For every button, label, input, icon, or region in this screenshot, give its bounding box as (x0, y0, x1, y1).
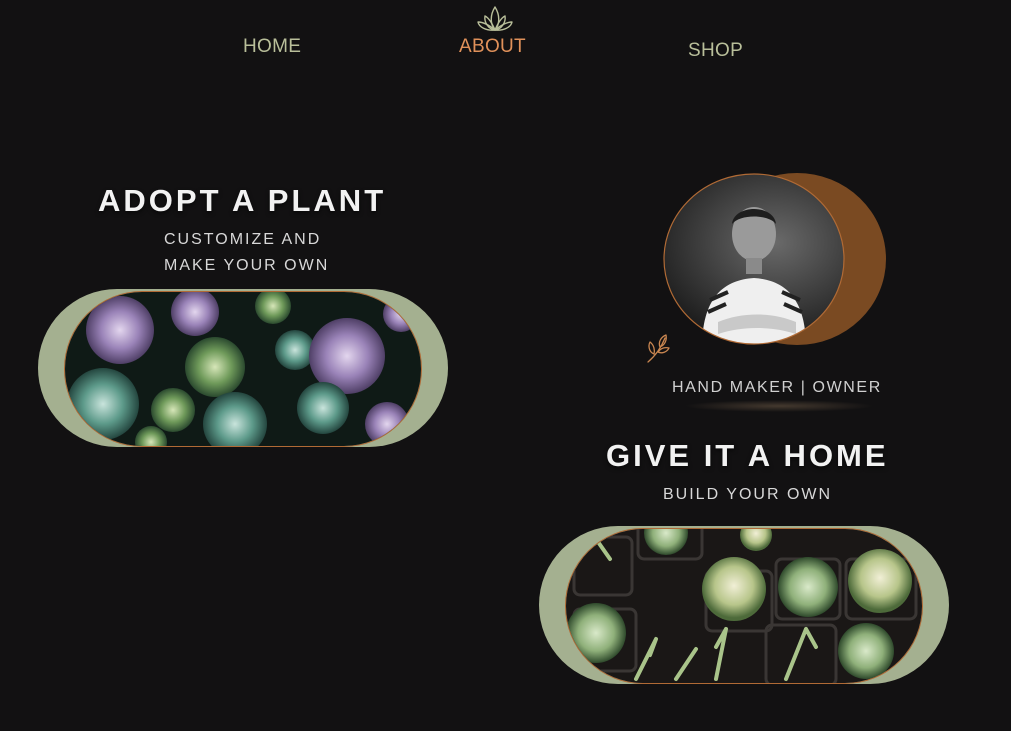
home-subtitle: BUILD YOUR OWN (663, 486, 833, 503)
cacti-image-frame[interactable] (539, 526, 949, 684)
adopt-subtitle-line1: CUSTOMIZE AND (164, 231, 322, 248)
succulents-image-frame[interactable] (38, 289, 448, 447)
adopt-title: ADOPT A PLANT (98, 183, 387, 218)
profile-caption: HAND MAKER | OWNER (672, 379, 882, 396)
cacti-photo (565, 528, 923, 684)
leaf-sprig-icon (647, 334, 670, 363)
nav-shop-link[interactable]: SHOP (688, 40, 743, 62)
adopt-subtitle-line2: MAKE YOUR OWN (164, 257, 330, 274)
lotus-logo-icon[interactable] (476, 3, 514, 33)
caption-shadow (684, 400, 874, 412)
nav-about-link[interactable]: ABOUT (459, 36, 526, 58)
succulents-photo (64, 291, 422, 447)
owner-portrait (663, 173, 886, 345)
nav-home-link[interactable]: HOME (243, 36, 301, 58)
home-title: GIVE IT A HOME (606, 438, 889, 473)
